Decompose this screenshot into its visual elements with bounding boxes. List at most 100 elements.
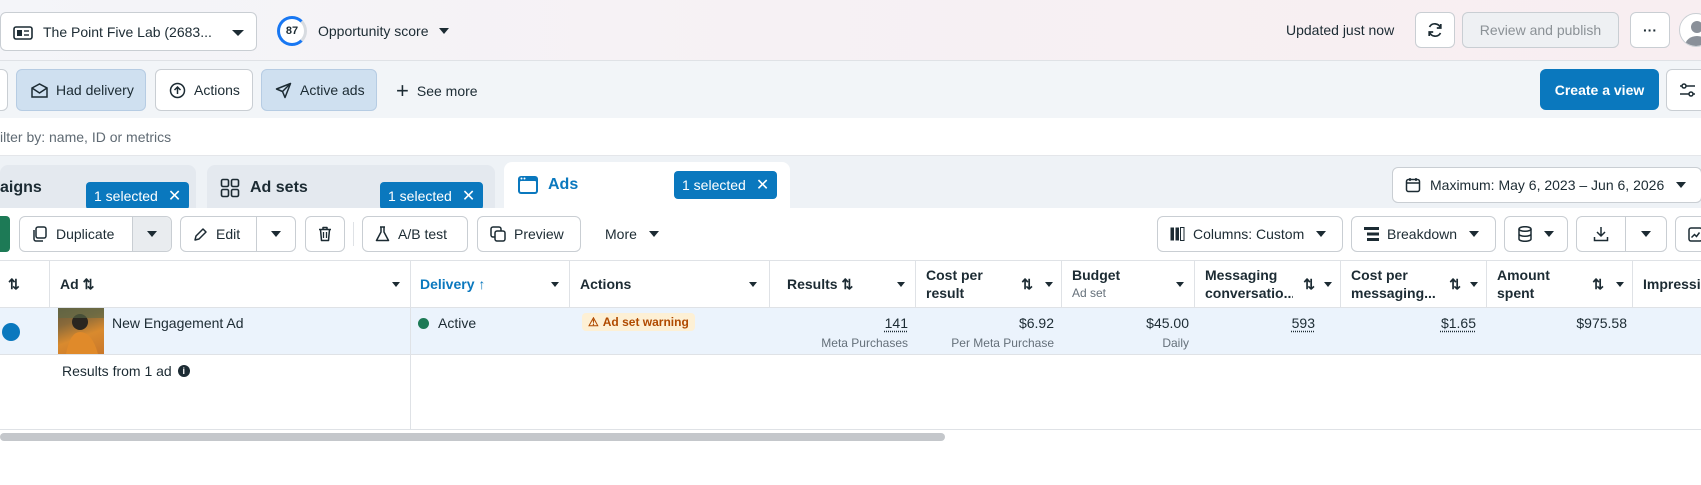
- breakdown-button[interactable]: Breakdown: [1351, 216, 1496, 252]
- edit-button[interactable]: Edit: [181, 217, 257, 251]
- duplicate-label: Duplicate: [56, 226, 114, 242]
- close-icon[interactable]: ✕: [462, 186, 475, 206]
- create-button-partial[interactable]: [0, 216, 10, 252]
- sort-icon[interactable]: ⇅: [83, 276, 95, 292]
- sort-icon[interactable]: ⇅: [1303, 276, 1315, 293]
- column-header-impressions[interactable]: Impressio: [1633, 260, 1701, 308]
- avatar[interactable]: [1679, 13, 1701, 47]
- horizontal-scrollbar[interactable]: [0, 433, 945, 441]
- columns-button[interactable]: Columns: Custom: [1157, 216, 1343, 252]
- chevron-down-icon[interactable]: [1324, 282, 1332, 287]
- date-range-picker[interactable]: Maximum: May 6, 2023 – Jun 6, 2026: [1392, 167, 1701, 203]
- chevron-down-icon[interactable]: [897, 282, 905, 287]
- results-summary: Results from 1 ad i: [62, 363, 190, 379]
- selected-chip[interactable]: 1 selected ✕: [380, 182, 483, 210]
- chevron-down-icon: [439, 28, 449, 34]
- budget-value[interactable]: $45.00: [1062, 315, 1189, 331]
- opportunity-label: Opportunity score: [318, 23, 429, 39]
- sort-icon[interactable]: ⇅: [1449, 276, 1461, 293]
- search-bar[interactable]: ilter by: name, ID or metrics: [0, 118, 1701, 156]
- cost-messaging-value[interactable]: $1.65: [1341, 315, 1476, 331]
- arrow-up-icon[interactable]: ↑: [478, 276, 485, 292]
- chevron-down-icon[interactable]: [551, 282, 559, 287]
- pencil-icon: [193, 227, 208, 242]
- cost-per-result-sublabel: Per Meta Purchase: [916, 336, 1054, 350]
- filter-chip-actions[interactable]: Actions: [155, 69, 253, 111]
- export-button-group: [1576, 216, 1667, 252]
- customize-view-button[interactable]: [1666, 69, 1701, 111]
- close-icon[interactable]: ✕: [756, 175, 769, 195]
- tab-label: aigns: [0, 179, 42, 197]
- results-sublabel: Meta Purchases: [770, 336, 908, 350]
- column-header-cost-per-result[interactable]: Cost per result ⇅: [916, 260, 1062, 308]
- see-more-button[interactable]: + See more: [396, 81, 478, 101]
- selected-chip[interactable]: 1 selected ✕: [674, 171, 777, 199]
- column-header-toggle[interactable]: ⇅: [0, 260, 50, 308]
- chevron-down-icon[interactable]: [1045, 282, 1053, 287]
- account-name: The Point Five Lab (2683...: [43, 24, 212, 40]
- column-header-amount-spent[interactable]: Amount spent ⇅: [1487, 260, 1633, 308]
- column-header-messaging[interactable]: Messaging conversatio... ⇅: [1195, 260, 1341, 308]
- close-icon[interactable]: ✕: [168, 186, 181, 206]
- delete-button[interactable]: [305, 216, 345, 252]
- level-tabs: aigns 1 selected ✕ Ad sets 1 selected ✕ …: [0, 156, 1701, 208]
- column-header-delivery[interactable]: Delivery ↑: [411, 260, 570, 308]
- more-label: More: [605, 226, 637, 242]
- duplicate-dropdown[interactable]: [133, 217, 171, 251]
- more-options-button[interactable]: ···: [1630, 12, 1670, 48]
- sort-icon[interactable]: ⇅: [841, 276, 853, 292]
- chevron-down-icon[interactable]: [749, 282, 757, 287]
- warning-icon: ⚠: [588, 315, 599, 329]
- budget-cell: $45.00 Daily: [1062, 315, 1189, 350]
- table-row[interactable]: New Engagement Ad Active ⚠ Ad set warnin…: [0, 308, 1701, 355]
- ad-name[interactable]: New Engagement Ad: [112, 315, 244, 331]
- columns-label: Columns: Custom: [1193, 226, 1304, 242]
- chevron-down-icon[interactable]: [1176, 282, 1184, 287]
- ab-test-button[interactable]: A/B test: [362, 216, 468, 252]
- column-header-cost-messaging[interactable]: Cost per messaging... ⇅: [1341, 260, 1487, 308]
- charts-button[interactable]: [1675, 216, 1701, 252]
- tab-ads[interactable]: Ads 1 selected ✕: [504, 162, 790, 211]
- refresh-button[interactable]: [1415, 12, 1455, 48]
- column-divider: [410, 355, 411, 430]
- review-publish-button[interactable]: Review and publish: [1462, 12, 1619, 48]
- sort-icon[interactable]: ⇅: [8, 276, 20, 293]
- filter-chip-active-ads[interactable]: Active ads: [261, 69, 377, 111]
- cost-per-result-value: $6.92: [916, 315, 1054, 331]
- edit-dropdown[interactable]: [257, 217, 295, 251]
- reports-button[interactable]: [1504, 216, 1568, 252]
- chevron-down-icon[interactable]: [1616, 282, 1624, 287]
- results-value[interactable]: 141: [770, 315, 908, 331]
- column-header-budget[interactable]: Budget Ad set: [1062, 260, 1195, 308]
- column-header-results[interactable]: Results ⇅: [770, 260, 916, 308]
- chevron-down-icon: [649, 231, 659, 237]
- tab-campaigns[interactable]: aigns 1 selected ✕: [0, 165, 196, 211]
- ad-thumbnail: [58, 308, 104, 354]
- opportunity-score[interactable]: 87 Opportunity score: [277, 17, 449, 45]
- filter-chip-partial[interactable]: [0, 69, 8, 111]
- more-menu[interactable]: More: [605, 224, 659, 244]
- export-dropdown[interactable]: [1626, 217, 1666, 251]
- filter-chip-had-delivery[interactable]: Had delivery: [16, 69, 146, 111]
- date-range-label: Maximum: May 6, 2023 – Jun 6, 2026: [1430, 177, 1664, 193]
- account-selector[interactable]: The Point Five Lab (2683...: [0, 12, 257, 51]
- duplicate-button[interactable]: Duplicate: [20, 217, 133, 251]
- column-header-actions[interactable]: Actions: [570, 260, 770, 308]
- ad-set-warning-badge[interactable]: ⚠ Ad set warning: [582, 313, 695, 331]
- chip-label: Actions: [194, 82, 240, 98]
- row-toggle[interactable]: [2, 323, 20, 341]
- preview-button[interactable]: Preview: [477, 216, 581, 252]
- sort-icon[interactable]: ⇅: [1021, 276, 1033, 293]
- database-icon: [1518, 226, 1532, 242]
- upload-circle-icon: [169, 82, 186, 99]
- info-icon[interactable]: i: [178, 365, 190, 377]
- export-button[interactable]: [1577, 217, 1626, 251]
- tab-adsets[interactable]: Ad sets 1 selected ✕: [207, 165, 495, 211]
- chevron-down-icon[interactable]: [1470, 282, 1478, 287]
- selected-chip[interactable]: 1 selected ✕: [86, 182, 189, 210]
- chevron-down-icon[interactable]: [392, 282, 400, 287]
- messaging-value[interactable]: 593: [1195, 315, 1315, 331]
- column-header-ad[interactable]: Ad ⇅: [50, 260, 411, 308]
- sort-icon[interactable]: ⇅: [1592, 276, 1604, 293]
- create-view-button[interactable]: Create a view: [1540, 69, 1659, 110]
